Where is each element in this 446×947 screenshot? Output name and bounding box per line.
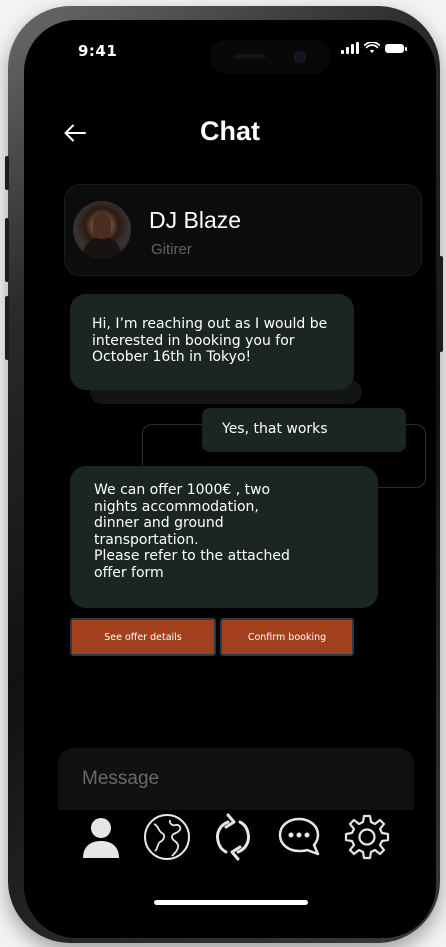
volume-down-button bbox=[5, 296, 9, 360]
settings-icon[interactable] bbox=[342, 812, 392, 862]
avatar-face bbox=[93, 213, 111, 239]
contact-name: DJ Blaze bbox=[149, 207, 242, 233]
refresh-icon[interactable] bbox=[208, 812, 258, 862]
signal-icon bbox=[341, 42, 359, 54]
offer-line: We can offer 1000€ , two bbox=[94, 482, 271, 498]
power-button bbox=[439, 256, 443, 352]
message-composer[interactable]: Message bbox=[58, 748, 414, 810]
outgoing-message: Yes, that works bbox=[202, 408, 406, 452]
offer-line: transportation. bbox=[94, 531, 199, 548]
confirm-booking-button[interactable]: Confirm booking bbox=[220, 618, 354, 656]
camera-icon bbox=[294, 51, 306, 63]
offer-line: dinner and ground bbox=[94, 515, 224, 531]
status-time: 9:41 bbox=[78, 42, 118, 60]
globe-icon[interactable] bbox=[142, 812, 192, 862]
incoming-message: Hi, I’m reaching out as I would be inter… bbox=[70, 294, 354, 390]
volume-up-button bbox=[5, 218, 9, 282]
dynamic-island bbox=[210, 40, 330, 74]
message-input[interactable]: Message bbox=[82, 768, 159, 790]
phone-frame: 9:41 Chat DJ Blaze Gitirer Hi, I’m reach… bbox=[5, 6, 443, 943]
avatar-body bbox=[83, 237, 121, 259]
page-title: Chat bbox=[200, 116, 260, 146]
see-offer-details-button[interactable]: See offer details bbox=[70, 618, 216, 656]
avatar[interactable] bbox=[73, 201, 131, 259]
wifi-icon bbox=[364, 42, 380, 53]
contact-subtitle: Gitirer bbox=[151, 241, 192, 258]
speaker bbox=[234, 54, 266, 59]
contact-card[interactable]: DJ Blaze Gitirer bbox=[64, 184, 422, 276]
status-icons bbox=[341, 42, 407, 54]
home-indicator[interactable] bbox=[154, 900, 308, 905]
profile-icon[interactable] bbox=[76, 812, 126, 862]
incoming-offer-message: We can offer 1000€ , two nights accommod… bbox=[70, 466, 378, 608]
offer-line: nights accommodation, bbox=[94, 498, 259, 515]
battery-icon bbox=[385, 43, 407, 53]
offer-line: Please refer to the attached bbox=[94, 548, 290, 564]
mute-switch bbox=[5, 156, 9, 190]
offer-line: offer form bbox=[94, 564, 164, 581]
chat-icon[interactable] bbox=[274, 812, 324, 862]
screen: 9:41 Chat DJ Blaze Gitirer Hi, I’m reach… bbox=[24, 20, 436, 938]
